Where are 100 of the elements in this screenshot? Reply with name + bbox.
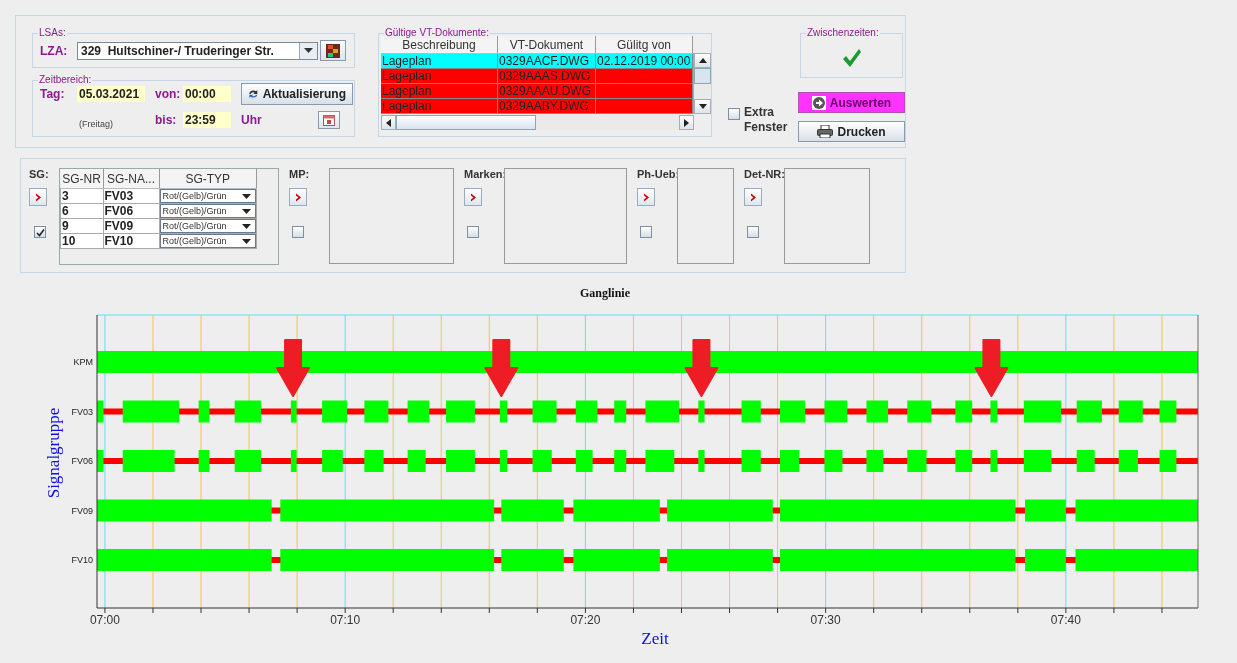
evaluate-button[interactable]: Auswerten [798, 92, 905, 113]
weekday-label: (Freitag) [78, 118, 114, 129]
expand-button[interactable] [637, 188, 655, 206]
lza-label: LZA: [40, 43, 69, 58]
horizontal-scrollbar[interactable] [381, 115, 694, 130]
go-phase-bar [1023, 450, 1052, 472]
go-phase-bar [698, 450, 705, 472]
go-phase-bar [955, 400, 973, 423]
selector-label: MP: [289, 168, 310, 180]
chevron-right-icon [469, 192, 477, 202]
caret-icon [304, 48, 313, 53]
refresh-icon [248, 87, 259, 101]
checkbox[interactable] [34, 226, 46, 238]
checkbox[interactable] [747, 226, 759, 238]
arrow-right-icon [811, 95, 826, 110]
go-phase-bar [1023, 400, 1062, 423]
group-label: Zwischenzeiten: [806, 27, 880, 39]
go-phase-bar [290, 450, 297, 472]
table-cell: 0329AAAS.DWG [497, 68, 596, 84]
selector-label: Marken: [464, 168, 507, 180]
calendar-icon [323, 114, 335, 126]
type-dropdown[interactable]: Rot/(Gelb)/Grün [159, 234, 256, 248]
selector-label: Ph-Ueb: [637, 168, 680, 180]
expand-button[interactable] [744, 188, 762, 206]
x-axis-title: Zeit [641, 629, 669, 648]
column-header[interactable]: Gülitg von [595, 36, 693, 54]
table-cell: 0329AABY.DWG [497, 98, 596, 114]
go-phase-bar [614, 450, 627, 472]
list-box[interactable] [677, 168, 734, 264]
go-phase-bar [446, 450, 475, 472]
go-phase-bar [198, 450, 210, 472]
go-phase-bar [1025, 549, 1066, 571]
refresh-button[interactable]: Aktualisierung [241, 83, 353, 105]
go-phase-bar [990, 400, 998, 423]
go-phase-bar [824, 400, 848, 423]
column-header[interactable]: SG-NR [60, 169, 103, 189]
go-phase-bar [907, 450, 927, 472]
go-phase-bar [1076, 450, 1095, 472]
chevron-right-icon [34, 192, 42, 202]
column-header[interactable]: SG-TYP [159, 169, 257, 189]
go-phase-bar [955, 450, 973, 472]
checkbox[interactable] [292, 226, 304, 238]
go-phase-bar [122, 450, 175, 472]
day-label: Tag: [40, 87, 66, 101]
go-phase-bar [990, 450, 998, 472]
checkbox[interactable] [728, 108, 740, 120]
list-box[interactable] [504, 168, 627, 264]
scroll-down-icon [698, 104, 707, 109]
chart-title: Ganglinie [580, 286, 630, 300]
from-time-field[interactable]: 00:00 [183, 86, 231, 102]
go-phase-bar [364, 400, 389, 423]
tick-label: 07:30 [810, 613, 841, 627]
list-box[interactable] [329, 168, 454, 264]
go-phase-bar [575, 400, 598, 423]
unit-label: Uhr [241, 113, 263, 127]
axis-label: FV06 [71, 456, 93, 466]
table-cell: 0329AACF.DWG [497, 53, 596, 69]
date-field[interactable]: 05.03.2021 [77, 86, 145, 102]
go-phase-bar [97, 450, 104, 472]
axis-label: FV03 [71, 406, 93, 417]
column-header[interactable]: VT-Dokument [497, 36, 596, 54]
scroll-left-icon [386, 118, 391, 127]
selector-label: SG: [29, 168, 49, 180]
go-phase-bar [741, 400, 761, 423]
go-phase-bar [1118, 400, 1143, 423]
expand-button[interactable] [464, 188, 482, 206]
list-box[interactable] [784, 168, 870, 264]
checkbox[interactable] [467, 226, 479, 238]
go-phase-bar [698, 400, 705, 423]
go-phase-bar [364, 450, 384, 472]
table-cell: Lageplan [381, 68, 498, 84]
go-phase-bar [645, 450, 675, 472]
type-dropdown[interactable]: Rot/(Gelb)/Grün [159, 204, 256, 218]
scroll-right-icon [684, 118, 689, 127]
lza-dropdown[interactable]: 329 Hultschiner-/ Truderinger Str. [77, 41, 318, 60]
tick-label: 07:20 [570, 613, 601, 627]
go-phase-bar [780, 450, 800, 472]
expand-button[interactable] [289, 188, 307, 206]
go-phase-bar [97, 400, 104, 423]
checkmark-icon [841, 48, 862, 68]
print-button[interactable]: Drucken [798, 121, 905, 142]
go-phase-bar [1118, 450, 1138, 472]
checkbox[interactable] [640, 226, 652, 238]
go-phase-bar [907, 400, 932, 423]
type-dropdown[interactable]: Rot/(Gelb)/Grün [159, 189, 256, 203]
type-dropdown[interactable]: Rot/(Gelb)/Grün [159, 219, 256, 233]
calendar-button[interactable] [318, 111, 340, 129]
chevron-right-icon [642, 192, 650, 202]
go-phase-bar [645, 400, 680, 423]
tick-label: 07:10 [330, 613, 361, 627]
go-phase-bar [1025, 499, 1066, 522]
column-header[interactable]: SG-NA... [103, 169, 159, 189]
vertical-scrollbar[interactable] [693, 53, 711, 114]
group-label: Gültige VT-Dokumente: [384, 27, 490, 39]
image-button[interactable] [320, 40, 346, 61]
expand-button[interactable] [29, 188, 47, 206]
selector-label: Det-NR: [744, 168, 785, 180]
tick-label: 07:00 [89, 613, 120, 627]
to-time-field[interactable]: 23:59 [183, 112, 231, 128]
go-phase-bar [407, 450, 426, 472]
